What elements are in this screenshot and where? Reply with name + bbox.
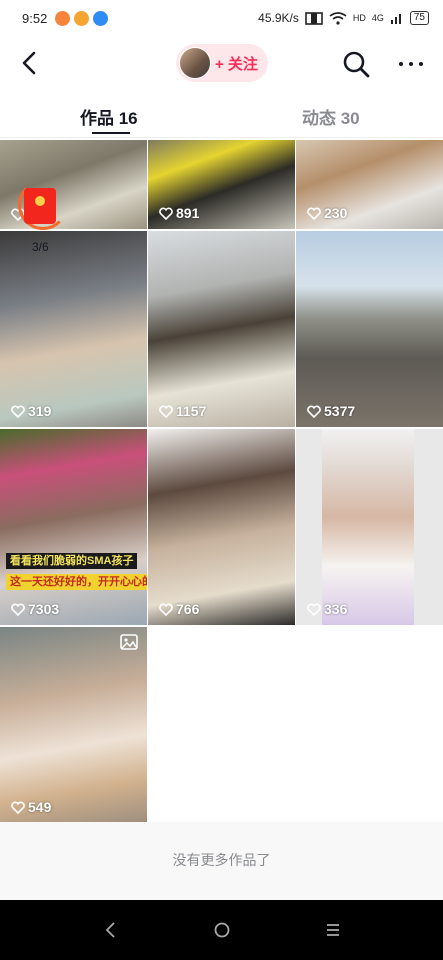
app-notification-icon xyxy=(93,10,109,26)
like-count-value: 7303 xyxy=(28,601,60,617)
video-thumbnail[interactable]: 549 xyxy=(0,627,147,823)
red-envelope-icon[interactable] xyxy=(24,188,56,224)
like-count: 230 xyxy=(307,205,347,221)
profile-header: + 关注 xyxy=(0,36,443,90)
like-count-value: 766 xyxy=(176,601,200,617)
heart-icon xyxy=(159,207,173,220)
status-bar: 9:52 45.9K/s HD 4G 75 xyxy=(0,0,443,36)
video-thumbnail[interactable]: 230 xyxy=(296,140,443,229)
heart-icon xyxy=(159,603,173,616)
like-count-value: 549 xyxy=(28,799,52,815)
screen-recording-frame xyxy=(322,429,414,625)
heart-icon xyxy=(307,405,321,418)
like-count: 336 xyxy=(307,601,347,617)
heart-icon xyxy=(307,603,321,616)
heart-icon xyxy=(159,405,173,418)
like-count: 891 xyxy=(159,205,199,221)
heart-icon xyxy=(11,405,25,418)
follow-button[interactable]: + 关注 xyxy=(176,44,268,82)
more-dot xyxy=(419,62,423,66)
red-packet-progress: 3/6 xyxy=(32,240,49,254)
like-count: 549 xyxy=(11,799,51,815)
chevron-left-icon xyxy=(22,51,36,75)
like-count-value: 336 xyxy=(324,601,348,617)
app-notification-icon xyxy=(55,10,71,26)
video-thumbnail[interactable]: 5377 xyxy=(296,231,443,427)
like-count-value: 1157 xyxy=(176,403,207,419)
nav-menu-icon xyxy=(327,924,339,936)
status-indicators: 45.9K/s HD 4G 75 xyxy=(258,11,429,25)
nav-home-button[interactable] xyxy=(211,920,233,940)
tab-dynamic[interactable]: 动态 30 xyxy=(302,104,360,129)
more-dot xyxy=(399,62,403,66)
heart-icon xyxy=(11,603,25,616)
video-thumbnail[interactable]: 766 xyxy=(148,429,295,625)
image-icon xyxy=(120,634,138,650)
like-count: 319 xyxy=(11,403,51,419)
like-count-value: 5377 xyxy=(324,403,356,419)
video-thumbnail[interactable]: 1157 xyxy=(148,231,295,427)
network-type: 4G xyxy=(371,13,384,23)
tab-works[interactable]: 作品 16 xyxy=(80,104,138,129)
status-app-icons xyxy=(55,10,109,26)
avatar xyxy=(179,47,211,79)
back-button[interactable] xyxy=(14,48,44,78)
wifi-icon xyxy=(329,11,347,25)
like-count: 766 xyxy=(159,601,199,617)
search-icon xyxy=(343,51,370,78)
more-dot xyxy=(409,62,413,66)
like-count: 1157 xyxy=(159,403,206,419)
nav-home-icon xyxy=(214,922,230,938)
system-nav-bar xyxy=(0,900,443,960)
vibrate-icon xyxy=(305,11,323,25)
no-more-works-text: 没有更多作品了 xyxy=(172,852,271,868)
like-count-value: 230 xyxy=(324,205,348,221)
hd-label: HD xyxy=(352,13,366,23)
status-time: 9:52 xyxy=(22,10,48,26)
heart-icon xyxy=(11,801,25,814)
follow-label: + 关注 xyxy=(215,55,258,73)
video-caption: 这一天还好好的，开开心心的 xyxy=(6,574,147,590)
network-speed: 45.9K/s xyxy=(258,11,299,25)
video-caption: 看看我们脆弱的SMA孩子 xyxy=(6,553,138,569)
video-thumbnail[interactable]: 319 xyxy=(0,231,147,427)
nav-back-icon xyxy=(105,922,115,938)
like-count: 5377 xyxy=(307,403,355,419)
nav-menu-button[interactable] xyxy=(322,920,344,940)
search-button[interactable] xyxy=(342,50,370,78)
signal-icon xyxy=(390,14,401,24)
heart-icon xyxy=(307,207,321,220)
video-thumbnail[interactable]: 336 xyxy=(296,429,443,625)
profile-tabs: 作品 16 动态 30 xyxy=(0,92,443,138)
like-count: 7303 xyxy=(11,601,59,617)
video-thumbnail[interactable]: 891 xyxy=(148,140,295,229)
like-count-value: 891 xyxy=(176,205,200,221)
video-thumbnail[interactable]: 看看我们脆弱的SMA孩子 这一天还好好的，开开心心的 7303 xyxy=(0,429,147,625)
nav-back-button[interactable] xyxy=(100,920,122,940)
tab-active-indicator xyxy=(92,132,130,134)
battery-indicator: 75 xyxy=(409,11,429,25)
app-notification-icon xyxy=(74,10,90,26)
more-button[interactable] xyxy=(396,50,426,78)
like-count-value: 319 xyxy=(28,403,52,419)
